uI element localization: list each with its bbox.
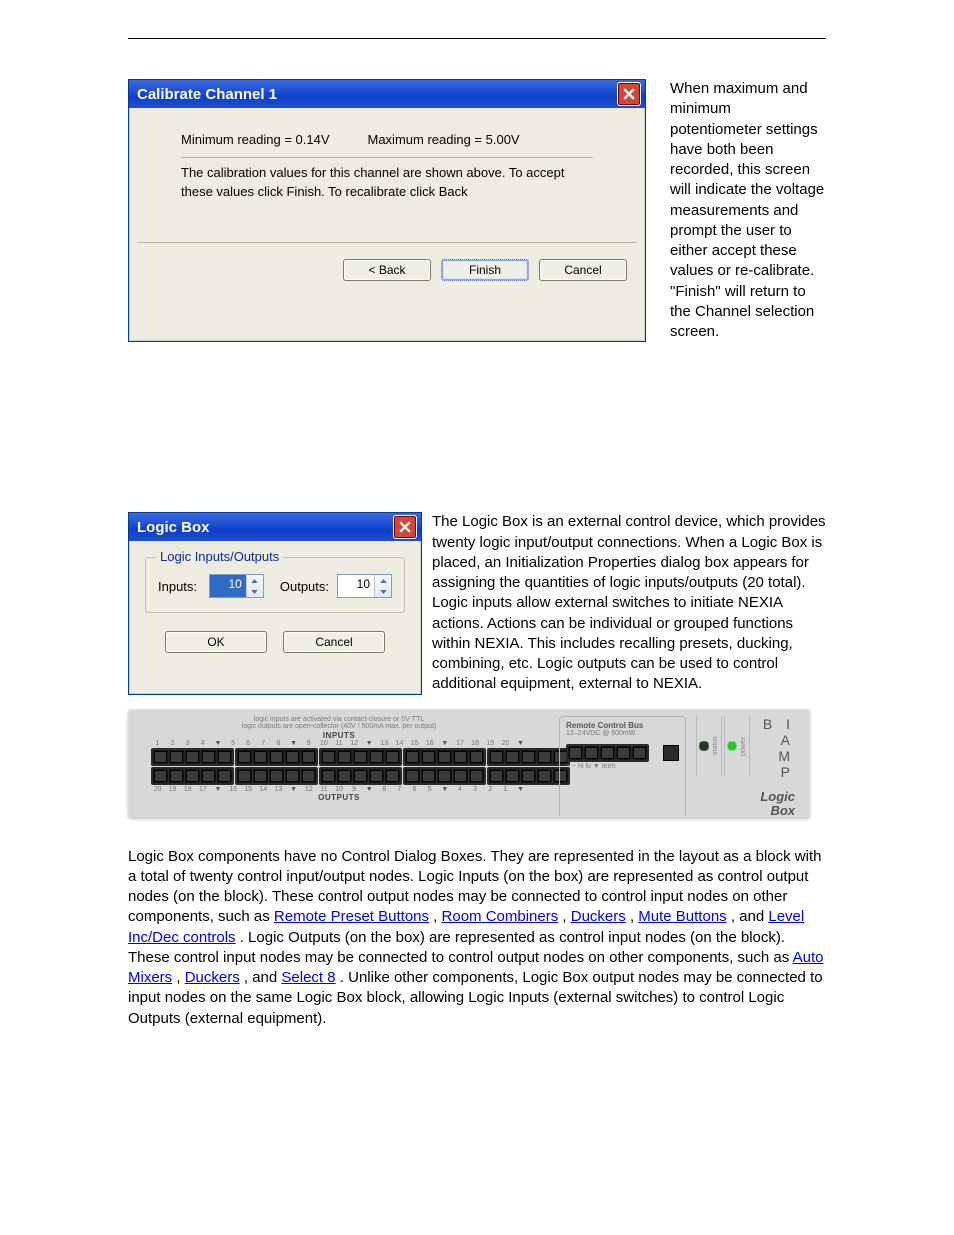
hw-note-1: logic inputs are activated via contact-c… xyxy=(151,716,527,724)
term-switch xyxy=(663,745,679,761)
hw-input-numbers: 1234▼5678▼9101112▼13141516▼17181920▼ xyxy=(151,740,527,747)
calibrate-dialog: Calibrate Channel 1 Minimum reading = 0.… xyxy=(128,79,646,342)
page-top-rule xyxy=(128,38,826,39)
calibrate-titlebar[interactable]: Calibrate Channel 1 xyxy=(129,80,645,108)
inputs-value[interactable]: 10 xyxy=(210,575,246,597)
calibrate-title: Calibrate Channel 1 xyxy=(137,86,277,103)
close-icon[interactable] xyxy=(393,515,417,539)
ok-button[interactable]: OK xyxy=(165,631,267,653)
spin-down-icon[interactable] xyxy=(247,586,263,597)
status-led-icon xyxy=(699,741,709,751)
hw-input-terminals xyxy=(151,748,527,766)
min-reading: Minimum reading = 0.14V xyxy=(181,132,330,147)
outputs-spinner[interactable]: 10 xyxy=(337,574,392,598)
cancel-button[interactable]: Cancel xyxy=(539,259,627,281)
hw-output-numbers: 20191817▼16151413▼1211109▼8765▼4321▼ xyxy=(151,786,527,793)
hw-note-2: logic outputs are open-collector (40V / … xyxy=(151,723,527,731)
rcb-terminals xyxy=(566,744,649,762)
link-remote-preset-buttons[interactable]: Remote Preset Buttons xyxy=(274,908,429,925)
logicbox-title: Logic Box xyxy=(137,519,210,536)
rcb-sub: 12–24VDC @ 600mW xyxy=(566,730,679,737)
outputs-label: Outputs: xyxy=(280,579,329,594)
logic-io-groupbox: Logic Inputs/Outputs Inputs: 10 Outputs: xyxy=(145,557,405,613)
close-icon[interactable] xyxy=(617,82,641,106)
spin-down-icon[interactable] xyxy=(375,586,391,597)
spin-up-icon[interactable] xyxy=(375,575,391,586)
logicbox-titlebar[interactable]: Logic Box xyxy=(129,513,421,541)
paragraph-calibrate: When maximum and minimum potentiometer s… xyxy=(670,79,826,342)
inputs-spinner[interactable]: 10 xyxy=(209,574,264,598)
hw-output-terminals xyxy=(151,767,527,785)
power-led-col: power xyxy=(724,716,750,776)
outputs-value[interactable]: 10 xyxy=(338,575,374,597)
groupbox-legend: Logic Inputs/Outputs xyxy=(156,549,283,564)
max-reading: Maximum reading = 5.00V xyxy=(368,132,520,147)
hw-inputs-label: INPUTS xyxy=(151,731,527,740)
status-led-col: status xyxy=(696,716,722,776)
rcb-labels: + − hi lo ▼ term xyxy=(566,763,679,771)
finish-button[interactable]: Finish xyxy=(441,259,529,281)
brand-logic: Logic xyxy=(760,789,795,804)
logicbox-dialog: Logic Box Logic Inputs/Outputs Inputs: 1… xyxy=(128,512,422,694)
remote-control-bus: Remote Control Bus 12–24VDC @ 600mW + − … xyxy=(559,716,686,817)
link-room-combiners[interactable]: Room Combiners xyxy=(442,908,559,925)
brand-biamp: B I A M P xyxy=(760,716,795,780)
back-button[interactable]: < Back xyxy=(343,259,431,281)
power-led-icon xyxy=(727,741,737,751)
cancel-button[interactable]: Cancel xyxy=(283,631,385,653)
paragraph-details: Logic Box components have no Control Dia… xyxy=(128,847,826,1029)
hw-outputs-label: OUTPUTS xyxy=(151,793,527,802)
link-duckers[interactable]: Duckers xyxy=(571,908,626,925)
link-duckers-2[interactable]: Duckers xyxy=(185,969,240,986)
spin-up-icon[interactable] xyxy=(247,575,263,586)
link-select-8[interactable]: Select 8 xyxy=(281,969,335,986)
rcb-title: Remote Control Bus xyxy=(566,721,679,730)
hardware-panel: logic inputs are activated via contact-c… xyxy=(128,709,810,817)
calibrate-instruction: The calibration values for this channel … xyxy=(181,157,593,242)
link-mute-buttons[interactable]: Mute Buttons xyxy=(638,908,726,925)
paragraph-logicbox: The Logic Box is an external control dev… xyxy=(432,512,826,694)
brand-box: Box xyxy=(770,803,795,817)
inputs-label: Inputs: xyxy=(158,579,201,594)
